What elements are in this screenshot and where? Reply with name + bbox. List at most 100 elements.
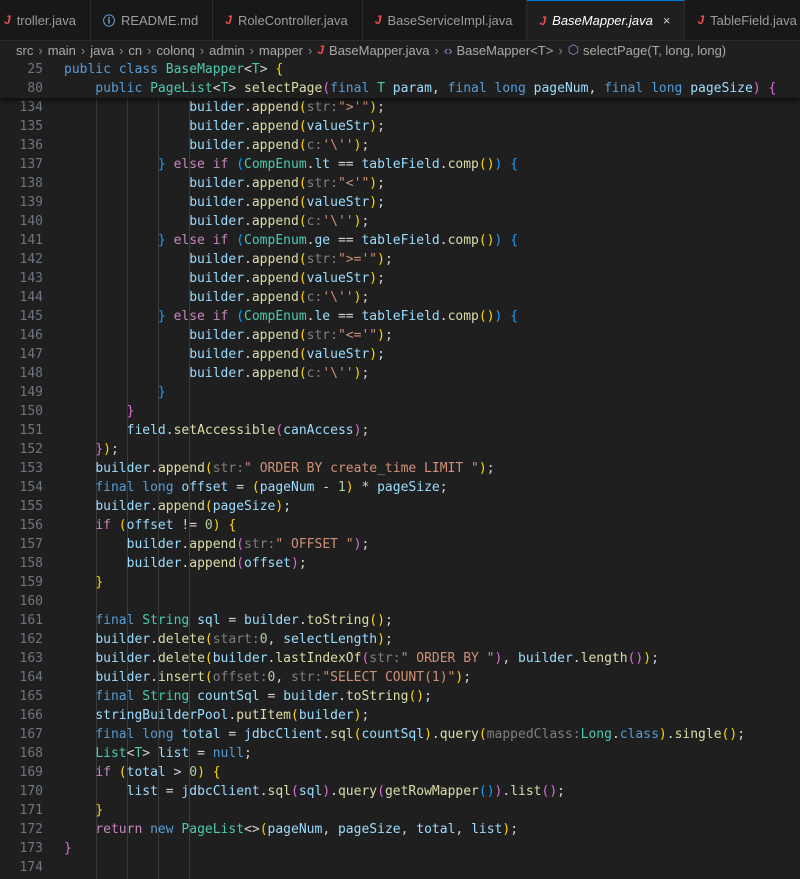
breadcrumb-item[interactable]: mapper	[259, 43, 303, 58]
code-token: param	[392, 81, 432, 96]
breadcrumb-item[interactable]: BaseMapper.java	[329, 43, 429, 58]
code-token: =	[220, 613, 245, 628]
code-token: ()	[478, 309, 495, 324]
editor-tab[interactable]: J RoleController.java	[213, 0, 363, 40]
code-token: (	[118, 518, 127, 533]
code-line: 152 });	[0, 440, 800, 459]
code-token: )	[369, 119, 378, 134]
code-token: .	[244, 195, 252, 210]
code-token: (	[298, 119, 307, 134]
editor-tab[interactable]: ⓘ README.md	[91, 0, 214, 40]
code-token: total	[181, 727, 221, 742]
code-line: 137 } else if (CompEnum. lt == tableField…	[0, 155, 800, 174]
code-token: append	[251, 290, 299, 305]
code-token: {	[768, 81, 777, 96]
code-token: builder	[189, 271, 245, 286]
code-text: builder.append(str:" OFFSET ");	[64, 535, 370, 554]
breadcrumb-item[interactable]: java	[90, 43, 114, 58]
editor-tab[interactable]: J BaseMapper.java ×	[527, 0, 686, 40]
code-token: )	[478, 461, 487, 476]
line-number: 139	[19, 195, 43, 210]
line-number: 156	[19, 518, 43, 533]
code-token: c:	[306, 138, 323, 153]
code-text: } else if (CompEnum.ge == tableField.com…	[64, 231, 518, 250]
code-token: (	[298, 138, 307, 153]
code-token: pageSize	[212, 499, 276, 514]
code-token: ()	[721, 727, 738, 742]
breadcrumb-item[interactable]: main	[48, 43, 76, 58]
code-token: null	[212, 746, 245, 761]
code-token: ;	[361, 138, 370, 153]
code-text: }	[64, 839, 72, 858]
editor-tab[interactable]: J TableField.java	[685, 0, 800, 40]
editor-tab[interactable]: J BaseServiceImpl.java	[363, 0, 528, 40]
code-line: 162 builder.delete(start:0, selectLength…	[0, 630, 800, 649]
code-token: delete	[157, 632, 205, 647]
code-token: (	[478, 727, 487, 742]
code-token: setAccessible	[173, 423, 276, 438]
code-token: sql	[298, 784, 323, 799]
editor-tab[interactable]: Jtroller.java	[0, 0, 91, 40]
code-token: ;	[361, 423, 370, 438]
code-token: ==	[330, 233, 362, 248]
line-number: 136	[19, 138, 43, 153]
code-token: ==	[330, 309, 362, 324]
code-token: ()	[408, 689, 425, 704]
code-token: (	[204, 632, 213, 647]
code-token: append	[157, 499, 205, 514]
code-token: CompEnum	[244, 157, 307, 172]
code-token: query	[337, 784, 378, 799]
code-token: (	[298, 214, 307, 229]
code-token: .	[244, 119, 252, 134]
code-editor[interactable]: 134 builder.append(str:">'"); 135 builder…	[0, 98, 800, 877]
code-token: ">'"	[337, 100, 370, 115]
code-token: .	[244, 328, 252, 343]
breadcrumb-item[interactable]: admin	[209, 43, 244, 58]
code-token: }	[95, 803, 104, 818]
code-token: class	[619, 727, 659, 742]
code-token: (	[298, 347, 307, 362]
code-token: .	[150, 461, 158, 476]
code-token: builder	[189, 176, 245, 191]
code-line: 80 public PageList<T> selectPage(final T…	[0, 79, 800, 98]
code-token: builder	[95, 651, 151, 666]
code-token: builder	[189, 214, 245, 229]
code-token: (	[298, 290, 307, 305]
code-token: builder	[95, 632, 151, 647]
breadcrumb-item[interactable]: cn	[128, 43, 142, 58]
breadcrumb-item[interactable]: BaseMapper<T>	[457, 43, 554, 58]
code-token: )	[369, 100, 378, 115]
code-token: c:	[306, 214, 323, 229]
code-token: final long	[95, 727, 182, 742]
code-line: 139 builder.append(valueStr);	[0, 193, 800, 212]
code-token: pageSize	[337, 822, 401, 837]
code-token: )	[377, 252, 385, 267]
line-number: 145	[19, 309, 43, 324]
code-token: '\''	[322, 290, 354, 305]
close-icon[interactable]: ×	[663, 13, 671, 28]
line-number: 149	[19, 385, 43, 400]
line-number: 134	[19, 100, 43, 115]
code-token: insert	[157, 670, 205, 685]
sticky-scroll-header: 25 public class BaseMapper<T> {80 public …	[0, 60, 800, 98]
breadcrumb-item[interactable]: selectPage(T, long, long)	[583, 43, 726, 58]
code-token: .	[502, 784, 511, 799]
code-token: ,	[400, 822, 417, 837]
code-token: 0	[189, 765, 198, 780]
code-line: 172 return new PageList<>(pageNum, pageS…	[0, 820, 800, 839]
line-number: 167	[19, 727, 43, 742]
code-token: ,	[588, 81, 605, 96]
breadcrumb-item[interactable]: src	[16, 43, 33, 58]
breadcrumb-item[interactable]: colonq	[157, 43, 195, 58]
code-token: single	[674, 727, 722, 742]
